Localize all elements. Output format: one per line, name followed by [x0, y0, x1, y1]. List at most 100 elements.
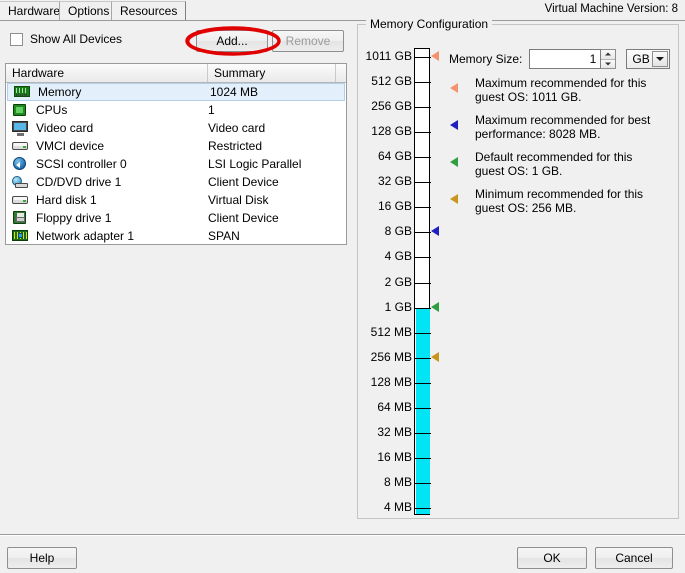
ok-button-label: OK [543, 551, 561, 565]
slider-tick-label: 64 GB [377, 149, 412, 164]
slider-tick-label: 64 MB [377, 399, 412, 414]
table-row[interactable]: VMCI device Restricted [6, 137, 346, 155]
memory-unit-select[interactable]: GB [626, 49, 671, 69]
cancel-button[interactable]: Cancel [595, 547, 673, 569]
slider-tick-label: 2 GB [384, 274, 412, 289]
slider-tick [415, 107, 431, 109]
memory-icon [14, 84, 32, 100]
chevron-down-icon[interactable] [652, 51, 669, 67]
slider-tick-label: 4 GB [384, 249, 412, 264]
hardware-summary: LSI Logic Parallel [208, 157, 302, 171]
slider-tick [415, 332, 431, 334]
table-row[interactable]: CD/DVD drive 1 Client Device [6, 173, 346, 191]
show-all-devices-checkbox[interactable] [10, 32, 23, 46]
spinner-down-button[interactable] [601, 58, 616, 68]
scsi-controller-icon [12, 156, 30, 172]
slider-tick [415, 482, 431, 484]
slider-tick [415, 407, 431, 409]
tab-resources-label: Resources [120, 4, 178, 18]
note-text: Minimum recommended for this guest OS: 2… [475, 187, 644, 215]
network-adapter-icon [12, 228, 30, 244]
remove-button: Remove [272, 30, 344, 52]
hardware-list-header: Hardware Summary [6, 64, 346, 83]
slider-tick [415, 307, 431, 309]
spinner-up-button[interactable] [601, 50, 616, 59]
table-row[interactable]: Floppy drive 1 Client Device [6, 209, 346, 227]
table-row[interactable]: Video card Video card [6, 119, 346, 137]
slider-tick [415, 57, 431, 58]
maximum-recommended-marker[interactable] [431, 51, 439, 61]
slider-tick-label: 128 GB [371, 124, 412, 139]
show-all-devices-row[interactable]: Show All Devices [10, 32, 122, 46]
slider-tick-label: 16 MB [377, 449, 412, 464]
vmci-device-icon [12, 138, 30, 154]
column-header-filler [336, 64, 346, 82]
show-all-devices-label: Show All Devices [30, 32, 123, 46]
slider-tick-label: 1 GB [384, 299, 412, 314]
hardware-summary: 1 [208, 103, 215, 117]
slider-tick-label: 8 MB [383, 474, 412, 489]
slider-tick-label: 32 GB [377, 174, 412, 189]
slider-tick-label: 256 MB [370, 349, 412, 364]
table-row[interactable]: SCSI controller 0 LSI Logic Parallel [6, 155, 346, 173]
note-text: Maximum recommended for best performance… [475, 113, 651, 141]
memory-size-input[interactable] [529, 49, 602, 69]
column-header-hardware[interactable]: Hardware [6, 64, 208, 82]
default-recommended-marker-icon [450, 157, 458, 167]
slider-tick [415, 182, 431, 184]
table-row[interactable]: Hard disk 1 Virtual Disk [6, 191, 346, 209]
add-button-label: Add... [216, 34, 248, 48]
minimum-recommended-marker-icon [450, 194, 458, 204]
memory-size-label: Memory Size: [449, 52, 523, 66]
help-button-label: Help [29, 551, 55, 565]
tab-options[interactable]: Options [59, 1, 119, 20]
memory-configuration-title: Memory Configuration [366, 17, 493, 31]
column-header-summary[interactable]: Summary [208, 64, 336, 82]
slider-tick [415, 282, 431, 284]
default-recommended-marker[interactable] [431, 301, 439, 312]
note-text: Maximum recommended for this guest OS: 1… [475, 76, 647, 104]
hardware-list[interactable]: Hardware Summary Memory 1024 MB CPUs 1 V… [5, 63, 347, 245]
memory-recommendation-notes: Maximum recommended for this guest OS: 1… [447, 76, 662, 224]
hardware-name: Hard disk 1 [36, 193, 97, 207]
slider-tick [415, 357, 431, 359]
minimum-recommended-marker[interactable] [431, 351, 439, 362]
best-performance-marker-icon [450, 120, 458, 130]
maximum-recommended-marker-icon [450, 83, 458, 93]
hardware-summary: Restricted [208, 139, 263, 153]
memory-size-slider[interactable] [414, 48, 439, 515]
note-best-performance: Maximum recommended for best performance… [447, 113, 662, 141]
vm-properties-dialog: Hardware Options Resources Virtual Machi… [0, 0, 685, 573]
best-performance-marker[interactable] [431, 226, 439, 237]
hardware-summary: SPAN [208, 229, 240, 243]
memory-size-spinner[interactable] [601, 49, 617, 69]
help-button[interactable]: Help [7, 547, 77, 569]
hardware-summary: Video card [208, 121, 266, 135]
slider-tick-label: 512 MB [370, 324, 412, 339]
memory-slider-track[interactable] [414, 48, 431, 515]
hard-disk-icon [12, 192, 30, 208]
slider-tick [415, 382, 431, 384]
tab-hardware-label: Hardware [8, 4, 61, 18]
memory-slider-tick-labels: 1011 GB 512 GB 256 GB 128 GB 64 GB 32 GB 16 GB… [358, 48, 412, 515]
note-maximum-recommended: Maximum recommended for this guest OS: 1… [447, 76, 662, 104]
floppy-drive-icon [12, 210, 30, 226]
cancel-button-label: Cancel [615, 551, 653, 565]
ok-button[interactable]: OK [517, 547, 587, 569]
hardware-name: Memory [38, 85, 82, 99]
slider-tick [415, 457, 431, 459]
slider-tick-label: 32 MB [377, 424, 412, 439]
vm-version-label: Virtual Machine Version: 8 [544, 3, 678, 15]
table-row[interactable]: Memory 1024 MB [7, 83, 345, 101]
note-default-recommended: Default recommended for this guest OS: 1… [447, 150, 662, 178]
tab-resources[interactable]: Resources [111, 1, 187, 20]
slider-tick [415, 132, 431, 134]
note-minimum-recommended: Minimum recommended for this guest OS: 2… [447, 187, 662, 215]
cd-dvd-drive-icon [12, 174, 30, 190]
add-button[interactable]: Add... [196, 30, 268, 52]
table-row[interactable]: CPUs 1 [6, 101, 346, 119]
hardware-name: SCSI controller 0 [36, 157, 127, 171]
slider-tick [415, 82, 431, 84]
table-row[interactable]: Network adapter 1 SPAN [6, 227, 346, 244]
footer-divider [0, 534, 685, 536]
